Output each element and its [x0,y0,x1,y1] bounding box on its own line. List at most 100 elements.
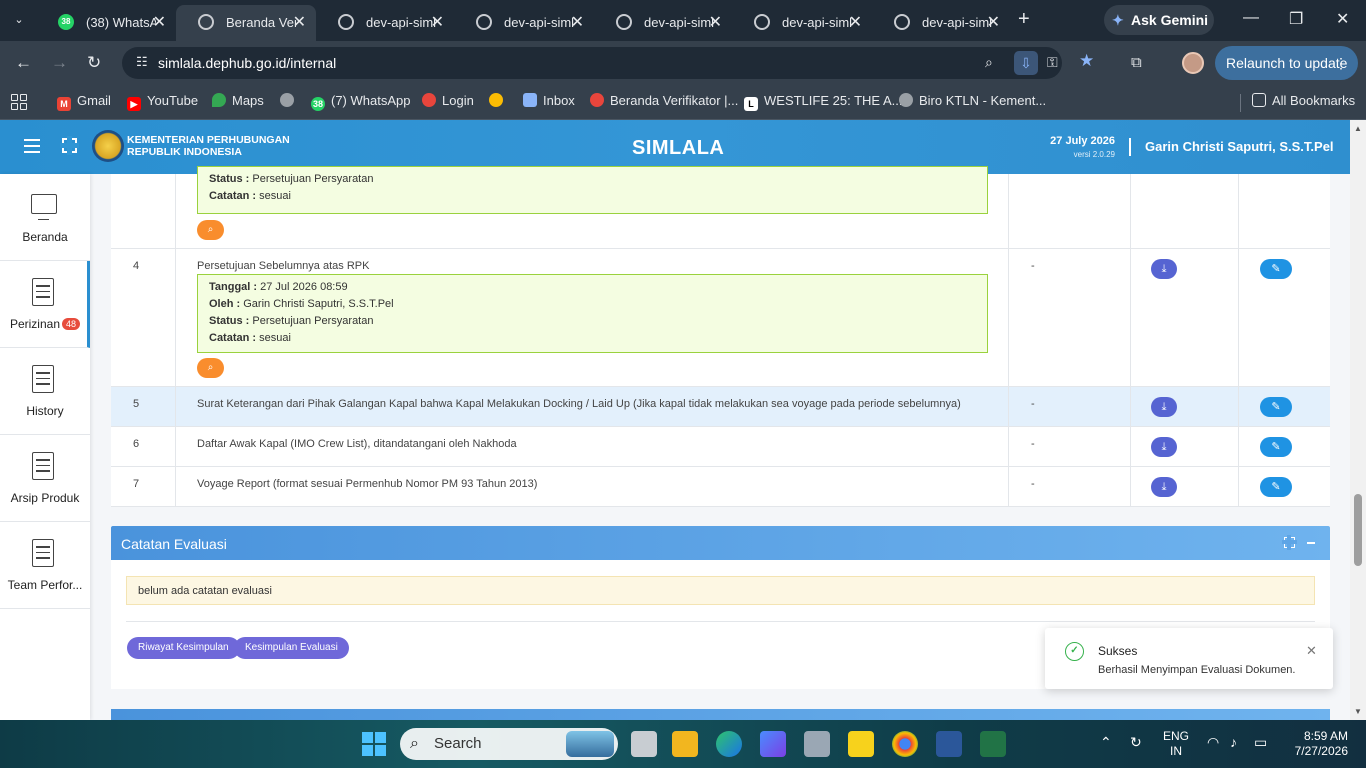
status-value: Persetujuan Persyaratan [252,173,374,185]
edit-button[interactable]: ✎ [1260,397,1292,417]
user-name[interactable]: Garin Christi Saputri, S.S.T.Pel [1145,139,1334,154]
reload-icon[interactable]: ↻ [87,53,101,73]
close-tab-icon[interactable]: ✕ [153,12,166,32]
excel-icon[interactable] [980,731,1006,757]
bookmark-photos[interactable] [489,93,509,108]
zoom-search-icon[interactable]: ⌕ [985,54,993,71]
bookmark-login[interactable]: Login [422,93,474,108]
forward-arrow-icon[interactable]: → [51,53,68,73]
sidebar-item-history[interactable]: History [0,348,90,435]
copilot-app-icon[interactable] [760,731,786,757]
new-tab-plus-icon[interactable]: + [1018,8,1030,31]
back-arrow-icon[interactable]: ← [15,53,32,73]
tray-overflow-chevron-icon[interactable]: ⌃ [1100,734,1112,751]
sticky-notes-icon[interactable] [848,731,874,757]
close-tab-icon[interactable]: ✕ [987,12,1000,32]
bookmark-whatsapp[interactable]: 38 (7) WhatsApp [311,93,410,111]
site-settings-icon[interactable]: ☷ [136,54,148,70]
sidebar-item-arsip-produk[interactable]: Arsip Produk [0,435,90,522]
sidebar-item-beranda[interactable]: Beranda [0,174,90,261]
scrollbar-thumb[interactable] [1354,494,1362,566]
ask-gemini-button[interactable]: ✦ Ask Gemini [1104,5,1214,35]
wifi-icon[interactable]: ◠ [1207,734,1219,751]
apps-grid-icon[interactable] [11,94,28,111]
sync-icon[interactable]: ↻ [1130,734,1142,751]
bookmark-gmail[interactable]: M Gmail [57,93,111,111]
bookmark-youtube[interactable]: ▶ YouTube [127,93,198,111]
bookmark-star-icon[interactable]: ★ [1079,51,1094,71]
battery-icon[interactable]: ▭ [1254,734,1267,751]
close-window-icon[interactable]: ✕ [1336,9,1349,29]
bookmark-maps[interactable]: Maps [212,93,264,108]
taskbar-clock[interactable]: 8:59 AM 7/27/2026 [1286,729,1348,759]
address-bar[interactable]: ☷ simlala.dephub.go.id/internal ⌕ ⇩ ⚿ ★ [122,47,1094,79]
all-bookmarks[interactable]: All Bookmarks [1252,93,1355,108]
fullscreen-icon[interactable] [60,136,79,155]
collapse-minus-icon[interactable] [1307,542,1315,544]
tab-dev-api-4[interactable]: dev-api-siml ✕ [732,5,872,41]
search-icon: ⌕ [207,224,214,235]
close-tab-icon[interactable]: ✕ [293,12,306,32]
taskbar-search-box[interactable]: ⌕ Search [400,728,618,760]
bookmark-globe[interactable] [280,93,300,108]
tab-search-chevron-icon[interactable]: ⌄ [8,9,30,31]
tab-dev-api-5[interactable]: dev-api-siml ✕ [872,5,1010,41]
file-explorer-icon[interactable] [672,731,698,757]
more-menu-icon[interactable]: ⋮ [1334,46,1348,80]
bookmark-inbox[interactable]: Inbox [523,93,575,108]
install-app-icon[interactable]: ⇩ [1014,51,1038,75]
bookmark-westlife[interactable]: L WESTLIFE 25: THE A... [744,93,902,111]
page-scrollbar[interactable]: ▲ ▼ [1350,120,1366,720]
sidebar-item-label: Team Perfor... [7,578,83,592]
maps-pin-icon [212,93,226,107]
close-tab-icon[interactable]: ✕ [849,12,862,32]
tab-whatsapp[interactable]: 38 (38) WhatsAp ✕ [36,5,176,41]
relaunch-to-update-button[interactable]: Relaunch to update ⋮ [1215,46,1358,80]
view-evaluation-button[interactable]: ⌕ [197,220,224,240]
restore-window-icon[interactable]: ❐ [1289,9,1303,29]
edge-browser-icon[interactable] [716,731,742,757]
tab-title: dev-api-siml [782,15,852,30]
evaluation-info-box: Status : Persetujuan Persyaratan Catatan… [197,166,988,214]
chrome-icon[interactable] [892,731,918,757]
close-tab-icon[interactable]: ✕ [571,12,584,32]
note-cell: - [1031,260,1035,272]
inbox-icon [523,93,537,107]
camera-app-icon[interactable] [804,731,830,757]
profile-avatar[interactable] [1182,52,1204,74]
expand-icon[interactable] [1282,535,1297,550]
download-button[interactable]: ⤓ [1151,477,1177,497]
windows-start-icon[interactable] [362,732,386,756]
password-key-icon[interactable]: ⚿ [1047,54,1058,71]
riwayat-kesimpulan-button[interactable]: Riwayat Kesimpulan [127,637,240,659]
download-button[interactable]: ⤓ [1151,397,1177,417]
language-indicator[interactable]: ENG IN [1163,729,1189,759]
edit-button[interactable]: ✎ [1260,259,1292,279]
download-button[interactable]: ⤓ [1151,437,1177,457]
tab-beranda-verifikator[interactable]: Beranda Veri ✕ [176,5,316,41]
bookmark-biro-ktln[interactable]: Biro KTLN - Kement... [899,93,1046,108]
close-tab-icon[interactable]: ✕ [431,12,444,32]
sidebar-item-team-performance[interactable]: Team Perfor... [0,522,90,609]
task-view-icon[interactable] [631,731,657,757]
extensions-puzzle-icon[interactable]: ⧉ [1131,54,1142,71]
bookmark-beranda-verifikator[interactable]: Beranda Verifikator |... [590,93,738,108]
view-evaluation-button[interactable]: ⌕ [197,358,224,378]
minimize-window-icon[interactable]: — [1243,9,1259,27]
edit-button[interactable]: ✎ [1260,437,1292,457]
close-tab-icon[interactable]: ✕ [709,12,722,32]
tab-dev-api-2[interactable]: dev-api-siml ✕ [454,5,594,41]
speaker-icon[interactable]: ♪ [1230,734,1237,750]
document-icon [32,539,54,567]
sidebar-item-perizinan[interactable]: Perizinan 48 [0,261,90,348]
edit-button[interactable]: ✎ [1260,477,1292,497]
download-button[interactable]: ⤓ [1151,259,1177,279]
tab-dev-api-1[interactable]: dev-api-siml ✕ [316,5,454,41]
word-icon[interactable] [936,731,962,757]
tab-dev-api-3[interactable]: dev-api-siml ✕ [594,5,732,41]
kesimpulan-evaluasi-button[interactable]: Kesimpulan Evaluasi [234,637,349,659]
hamburger-menu-icon[interactable] [24,139,40,153]
scroll-up-arrow-icon[interactable]: ▲ [1354,124,1362,133]
close-icon[interactable]: ✕ [1306,643,1317,659]
scroll-down-arrow-icon[interactable]: ▼ [1354,707,1362,716]
